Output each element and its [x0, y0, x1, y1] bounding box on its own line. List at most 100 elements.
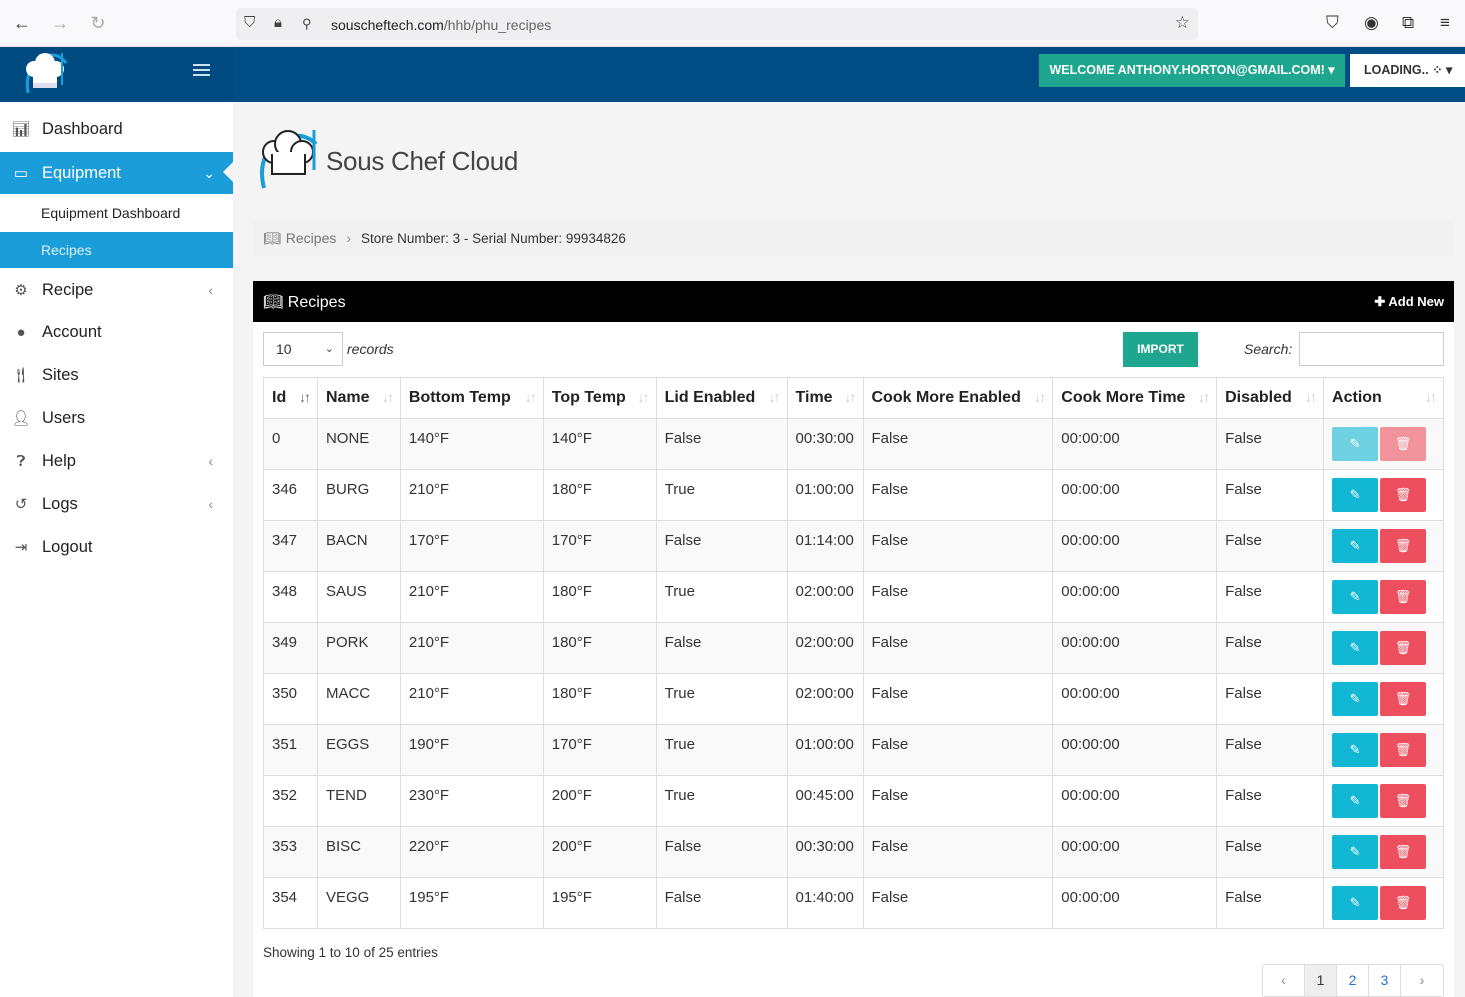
- globe-icon: ●: [16, 323, 26, 341]
- url-bar[interactable]: ⛉ 🔒︎ ⚲ souscheftech.com/hhb/phu_recipes …: [236, 8, 1198, 40]
- sidebar-subitem-recipes[interactable]: Recipes: [0, 232, 233, 268]
- table-cell: 00:00:00: [1052, 877, 1218, 929]
- table-cell: 01:00:00: [786, 724, 864, 776]
- pagination-page[interactable]: 1: [1305, 965, 1337, 996]
- reload-icon[interactable]: ↻: [86, 11, 110, 35]
- sidebar-toggle-icon[interactable]: [193, 64, 210, 78]
- table-cell: VEGG: [316, 877, 401, 929]
- edit-pencil-icon[interactable]: ✎: [1332, 427, 1379, 461]
- table-cell: False: [1216, 877, 1325, 929]
- recipes-table: Id ↓↑ Name ↓↑ Bottom Temp ↓↑ Top Temp ↓↑ Lid Ena…: [263, 377, 1444, 929]
- delete-trash-icon[interactable]: 🗑︎: [1380, 682, 1427, 716]
- chevron-left-icon: ‹: [208, 453, 213, 469]
- action-cell: ✎ 🗑︎: [1323, 418, 1444, 470]
- table-cell: 170°F: [542, 724, 657, 776]
- sidebar-item-equipment[interactable]: ▭ Equipment ⌄: [0, 152, 233, 194]
- column-header-action[interactable]: Action ↓↑: [1323, 377, 1444, 419]
- pagination-previous[interactable]: ‹: [1263, 965, 1305, 996]
- table-cell: 180°F: [542, 673, 657, 725]
- menu-icon[interactable]: ≡: [1440, 13, 1450, 33]
- sidebar-item-dashboard[interactable]: 📊︎ Dashboard: [0, 109, 233, 149]
- column-header-top-temp[interactable]: Top Temp ↓↑: [542, 377, 657, 419]
- column-header-name[interactable]: Name ↓↑: [316, 377, 401, 419]
- shield-icon: ⛉: [244, 14, 256, 31]
- edit-pencil-icon[interactable]: ✎: [1332, 886, 1379, 920]
- sidebar-item-sites[interactable]: 🍴︎ Sites: [0, 355, 233, 395]
- sidebar-subitem-equipment-dashboard[interactable]: Equipment Dashboard: [0, 195, 233, 231]
- table-cell: 200°F: [542, 775, 657, 827]
- chevron-down-icon: ⌄: [324, 343, 334, 355]
- records-per-page-select[interactable]: 10 ⌄: [263, 332, 343, 366]
- delete-trash-icon[interactable]: 🗑︎: [1380, 784, 1427, 818]
- table-cell: 210°F: [399, 622, 544, 674]
- search-input[interactable]: [1299, 332, 1444, 366]
- logo-area: [0, 47, 233, 102]
- edit-pencil-icon[interactable]: ✎: [1332, 682, 1379, 716]
- edit-pencil-icon[interactable]: ✎: [1332, 478, 1379, 512]
- column-header-id[interactable]: Id ↓↑: [263, 377, 318, 419]
- pagination-page[interactable]: 3: [1369, 965, 1401, 996]
- sort-arrows-icon: ↓↑: [768, 389, 781, 405]
- account-icon[interactable]: ◉: [1364, 13, 1379, 33]
- sign-out-icon: ⇥: [14, 539, 28, 556]
- panel-header: 📖︎ Recipes ✚ Add New: [253, 281, 1454, 322]
- column-header-label: Cook More Time: [1061, 389, 1186, 406]
- panel-title: 📖︎ Recipes: [263, 294, 346, 311]
- pocket-icon[interactable]: ⛉: [1326, 13, 1339, 33]
- column-header-cook-more-time[interactable]: Cook More Time ↓↑: [1052, 377, 1218, 419]
- delete-trash-icon[interactable]: 🗑︎: [1380, 478, 1427, 512]
- delete-trash-icon[interactable]: 🗑︎: [1380, 631, 1427, 665]
- chef-hat-logo-icon[interactable]: [18, 49, 74, 101]
- add-new-button[interactable]: ✚ Add New: [1374, 294, 1444, 310]
- sidebar-item-logout[interactable]: ⇥ Logout: [0, 527, 233, 567]
- table-cell: EGGS: [316, 724, 401, 776]
- edit-pencil-icon[interactable]: ✎: [1332, 580, 1379, 614]
- column-header-disabled[interactable]: Disabled ↓↑: [1216, 377, 1325, 419]
- table-cell: False: [862, 622, 1054, 674]
- edit-pencil-icon[interactable]: ✎: [1332, 784, 1379, 818]
- sidebar-item-logs[interactable]: ↺ Logs ‹: [0, 484, 233, 524]
- delete-trash-icon[interactable]: 🗑︎: [1380, 580, 1427, 614]
- table-cell: 346: [263, 469, 318, 521]
- delete-trash-icon[interactable]: 🗑︎: [1380, 529, 1427, 563]
- forward-arrow-icon[interactable]: →: [48, 11, 72, 35]
- sidebar-item-users[interactable]: 👤︎ Users: [0, 398, 233, 438]
- pagination-next[interactable]: ›: [1401, 965, 1443, 996]
- sidebar-item-label: Account: [42, 322, 102, 341]
- welcome-user-dropdown[interactable]: WELCOME ANTHONY.HORTON@GMAIL.COM! ▾: [1039, 54, 1345, 87]
- table-cell: BURG: [316, 469, 401, 521]
- extensions-icon[interactable]: ⧉: [1402, 13, 1414, 33]
- edit-pencil-icon[interactable]: ✎: [1332, 529, 1379, 563]
- table-cell: False: [1216, 622, 1325, 674]
- action-cell: ✎ 🗑︎: [1323, 877, 1444, 929]
- table-cell: 01:40:00: [786, 877, 864, 929]
- table-cell: False: [1216, 418, 1325, 470]
- column-header-lid-enabled[interactable]: Lid Enabled ↓↑: [655, 377, 788, 419]
- import-button[interactable]: IMPORT: [1123, 332, 1198, 367]
- table-cell: True: [655, 469, 788, 521]
- bookmark-star-icon[interactable]: ☆: [1175, 13, 1190, 33]
- sidebar-item-help[interactable]: ❓︎ Help ‹: [0, 441, 233, 481]
- edit-pencil-icon[interactable]: ✎: [1332, 733, 1379, 767]
- breadcrumb-root[interactable]: Recipes: [286, 230, 337, 246]
- pagination-page[interactable]: 2: [1337, 965, 1369, 996]
- sort-arrows-icon: ↓↑: [844, 389, 857, 405]
- delete-trash-icon[interactable]: 🗑︎: [1380, 886, 1427, 920]
- sidebar-item-account[interactable]: ● Account: [0, 312, 233, 352]
- edit-pencil-icon[interactable]: ✎: [1332, 835, 1379, 869]
- delete-trash-icon[interactable]: 🗑︎: [1380, 733, 1427, 767]
- delete-trash-icon[interactable]: 🗑︎: [1380, 427, 1427, 461]
- back-arrow-icon[interactable]: ←: [10, 11, 34, 35]
- app-header: WELCOME ANTHONY.HORTON@GMAIL.COM! ▾ LOAD…: [0, 47, 1465, 102]
- table-cell: 0: [263, 418, 318, 470]
- table-cell: False: [862, 724, 1054, 776]
- loading-dropdown[interactable]: LOADING.. ⁘ ▾: [1350, 54, 1465, 87]
- sidebar-item-recipe[interactable]: ⚙ Recipe ‹: [0, 270, 233, 310]
- table-cell: False: [655, 418, 788, 470]
- column-header-bottom-temp[interactable]: Bottom Temp ↓↑: [399, 377, 544, 419]
- column-header-cook-more-enabled[interactable]: Cook More Enabled ↓↑: [862, 377, 1054, 419]
- column-header-time[interactable]: Time ↓↑: [786, 377, 864, 419]
- delete-trash-icon[interactable]: 🗑︎: [1380, 835, 1427, 869]
- edit-pencil-icon[interactable]: ✎: [1332, 631, 1379, 665]
- table-cell: 00:30:00: [786, 418, 864, 470]
